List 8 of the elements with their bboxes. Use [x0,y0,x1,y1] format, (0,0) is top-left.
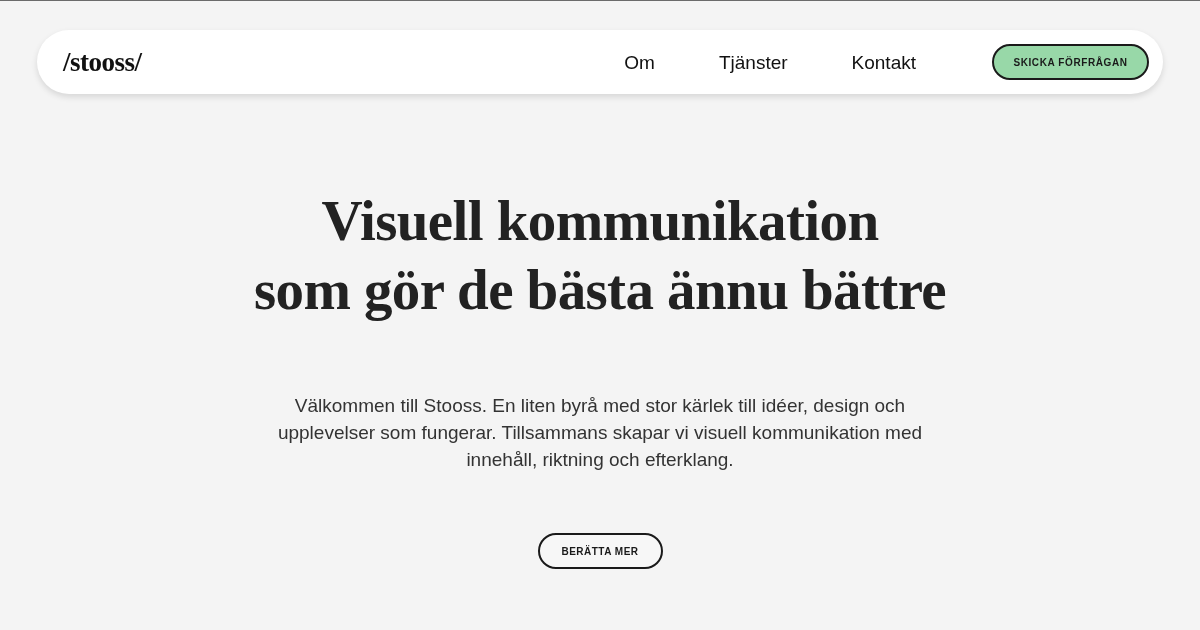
nav-link[interactable]: Om [624,52,655,72]
read-more-button[interactable]: BERÄTTA MER [537,533,663,569]
nav-link[interactable]: Kontakt [851,52,916,72]
nav-link[interactable]: Tjänster [718,52,788,72]
request-button[interactable]: SKICKA FÖRFRÅGAN [992,44,1149,80]
hero-headline: Visuell kommunikation som gör de bästa ännu bättre [253,188,947,323]
logo[interactable]: /stooss/ [63,48,142,76]
intro-paragraph: Välkommen till Stooss. En liten byrå med stor kärlek till idéer, design och upplevelser som fungerar. Tillsammans skapar vi visuell kommunikation med innehåll, riktning och efterklang. [277,394,923,472]
